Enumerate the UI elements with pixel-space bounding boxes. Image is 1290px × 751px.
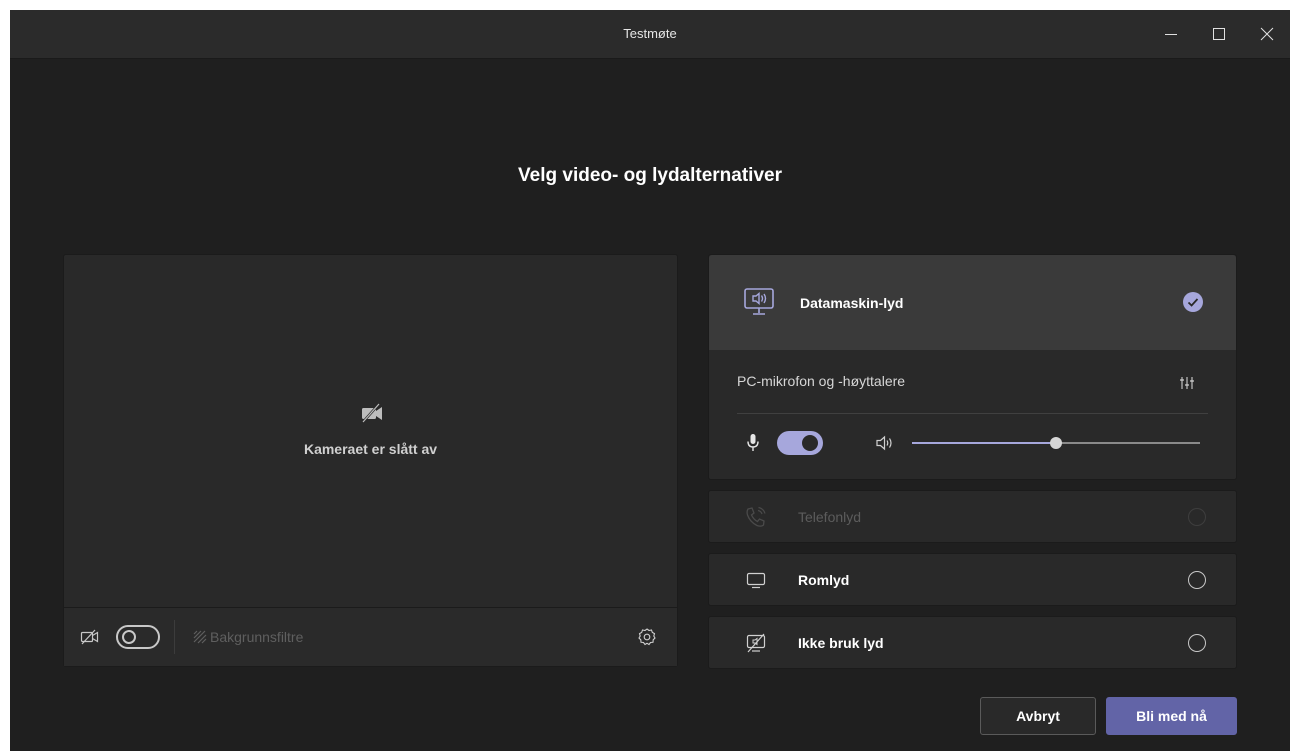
- selected-check-icon: [1183, 292, 1203, 312]
- maximize-icon: [1213, 28, 1225, 40]
- no-audio-radio[interactable]: [1188, 634, 1206, 652]
- app-window: Testmøte Velg video- og lydalternativer …: [10, 10, 1290, 751]
- microphone-icon: [747, 434, 759, 451]
- device-divider: [737, 413, 1208, 414]
- computer-audio-label: Datamaskin-lyd: [800, 295, 904, 311]
- minimize-icon: [1165, 34, 1177, 35]
- cancel-button[interactable]: Avbryt: [980, 697, 1096, 735]
- camera-toggle[interactable]: [116, 625, 160, 649]
- no-audio-icon: [746, 633, 766, 653]
- device-settings-icon[interactable]: [637, 627, 657, 647]
- join-now-button[interactable]: Bli med nå: [1106, 697, 1237, 735]
- computer-audio-option[interactable]: Datamaskin-lyd PC-mikrofon og -høyttaler…: [708, 254, 1237, 480]
- room-audio-radio[interactable]: [1188, 571, 1206, 589]
- camera-off-text: Kameraet er slått av: [303, 441, 438, 457]
- background-filters-icon: [193, 630, 207, 644]
- background-filters-button[interactable]: Bakgrunnsfiltre: [210, 608, 303, 666]
- computer-audio-header[interactable]: Datamaskin-lyd: [709, 255, 1236, 350]
- room-audio-icon: [746, 572, 766, 589]
- speaker-volume-fill: [912, 442, 1056, 444]
- speaker-volume-slider[interactable]: [912, 437, 1200, 449]
- speaker-volume-icon: [876, 435, 892, 451]
- speaker-volume-thumb[interactable]: [1050, 437, 1062, 449]
- camera-toggle-knob: [122, 630, 136, 644]
- video-preview: Kameraet er slått av Bakgrunnsfiltre: [63, 254, 678, 667]
- audio-device-label[interactable]: PC-mikrofon og -høyttalere: [737, 373, 905, 389]
- close-icon: [1260, 27, 1274, 41]
- phone-audio-label: Telefonlyd: [798, 509, 862, 525]
- no-audio-label: Ikke bruk lyd: [798, 635, 884, 651]
- toolbar-divider: [174, 620, 175, 654]
- camera-off-small-icon: [80, 629, 99, 645]
- preview-toolbar: Bakgrunnsfiltre: [64, 607, 677, 666]
- no-audio-option[interactable]: Ikke bruk lyd: [708, 616, 1237, 669]
- title-bar: Testmøte: [10, 10, 1290, 59]
- phone-audio-option[interactable]: Telefonlyd: [708, 490, 1237, 543]
- room-audio-option[interactable]: Romlyd: [708, 553, 1237, 606]
- window-title: Testmøte: [623, 26, 677, 41]
- phone-audio-icon: [746, 506, 766, 527]
- computer-audio-icon: [744, 288, 774, 315]
- page-title: Velg video- og lydalternativer: [518, 165, 782, 186]
- camera-off-icon: [362, 403, 382, 423]
- microphone-toggle[interactable]: [777, 431, 823, 455]
- phone-audio-radio[interactable]: [1188, 508, 1206, 526]
- close-button[interactable]: [1255, 22, 1279, 46]
- minimize-button[interactable]: [1159, 22, 1183, 46]
- microphone-toggle-knob: [802, 435, 818, 451]
- audio-settings-icon[interactable]: [1179, 375, 1195, 391]
- room-audio-label: Romlyd: [798, 572, 850, 588]
- maximize-button[interactable]: [1207, 22, 1231, 46]
